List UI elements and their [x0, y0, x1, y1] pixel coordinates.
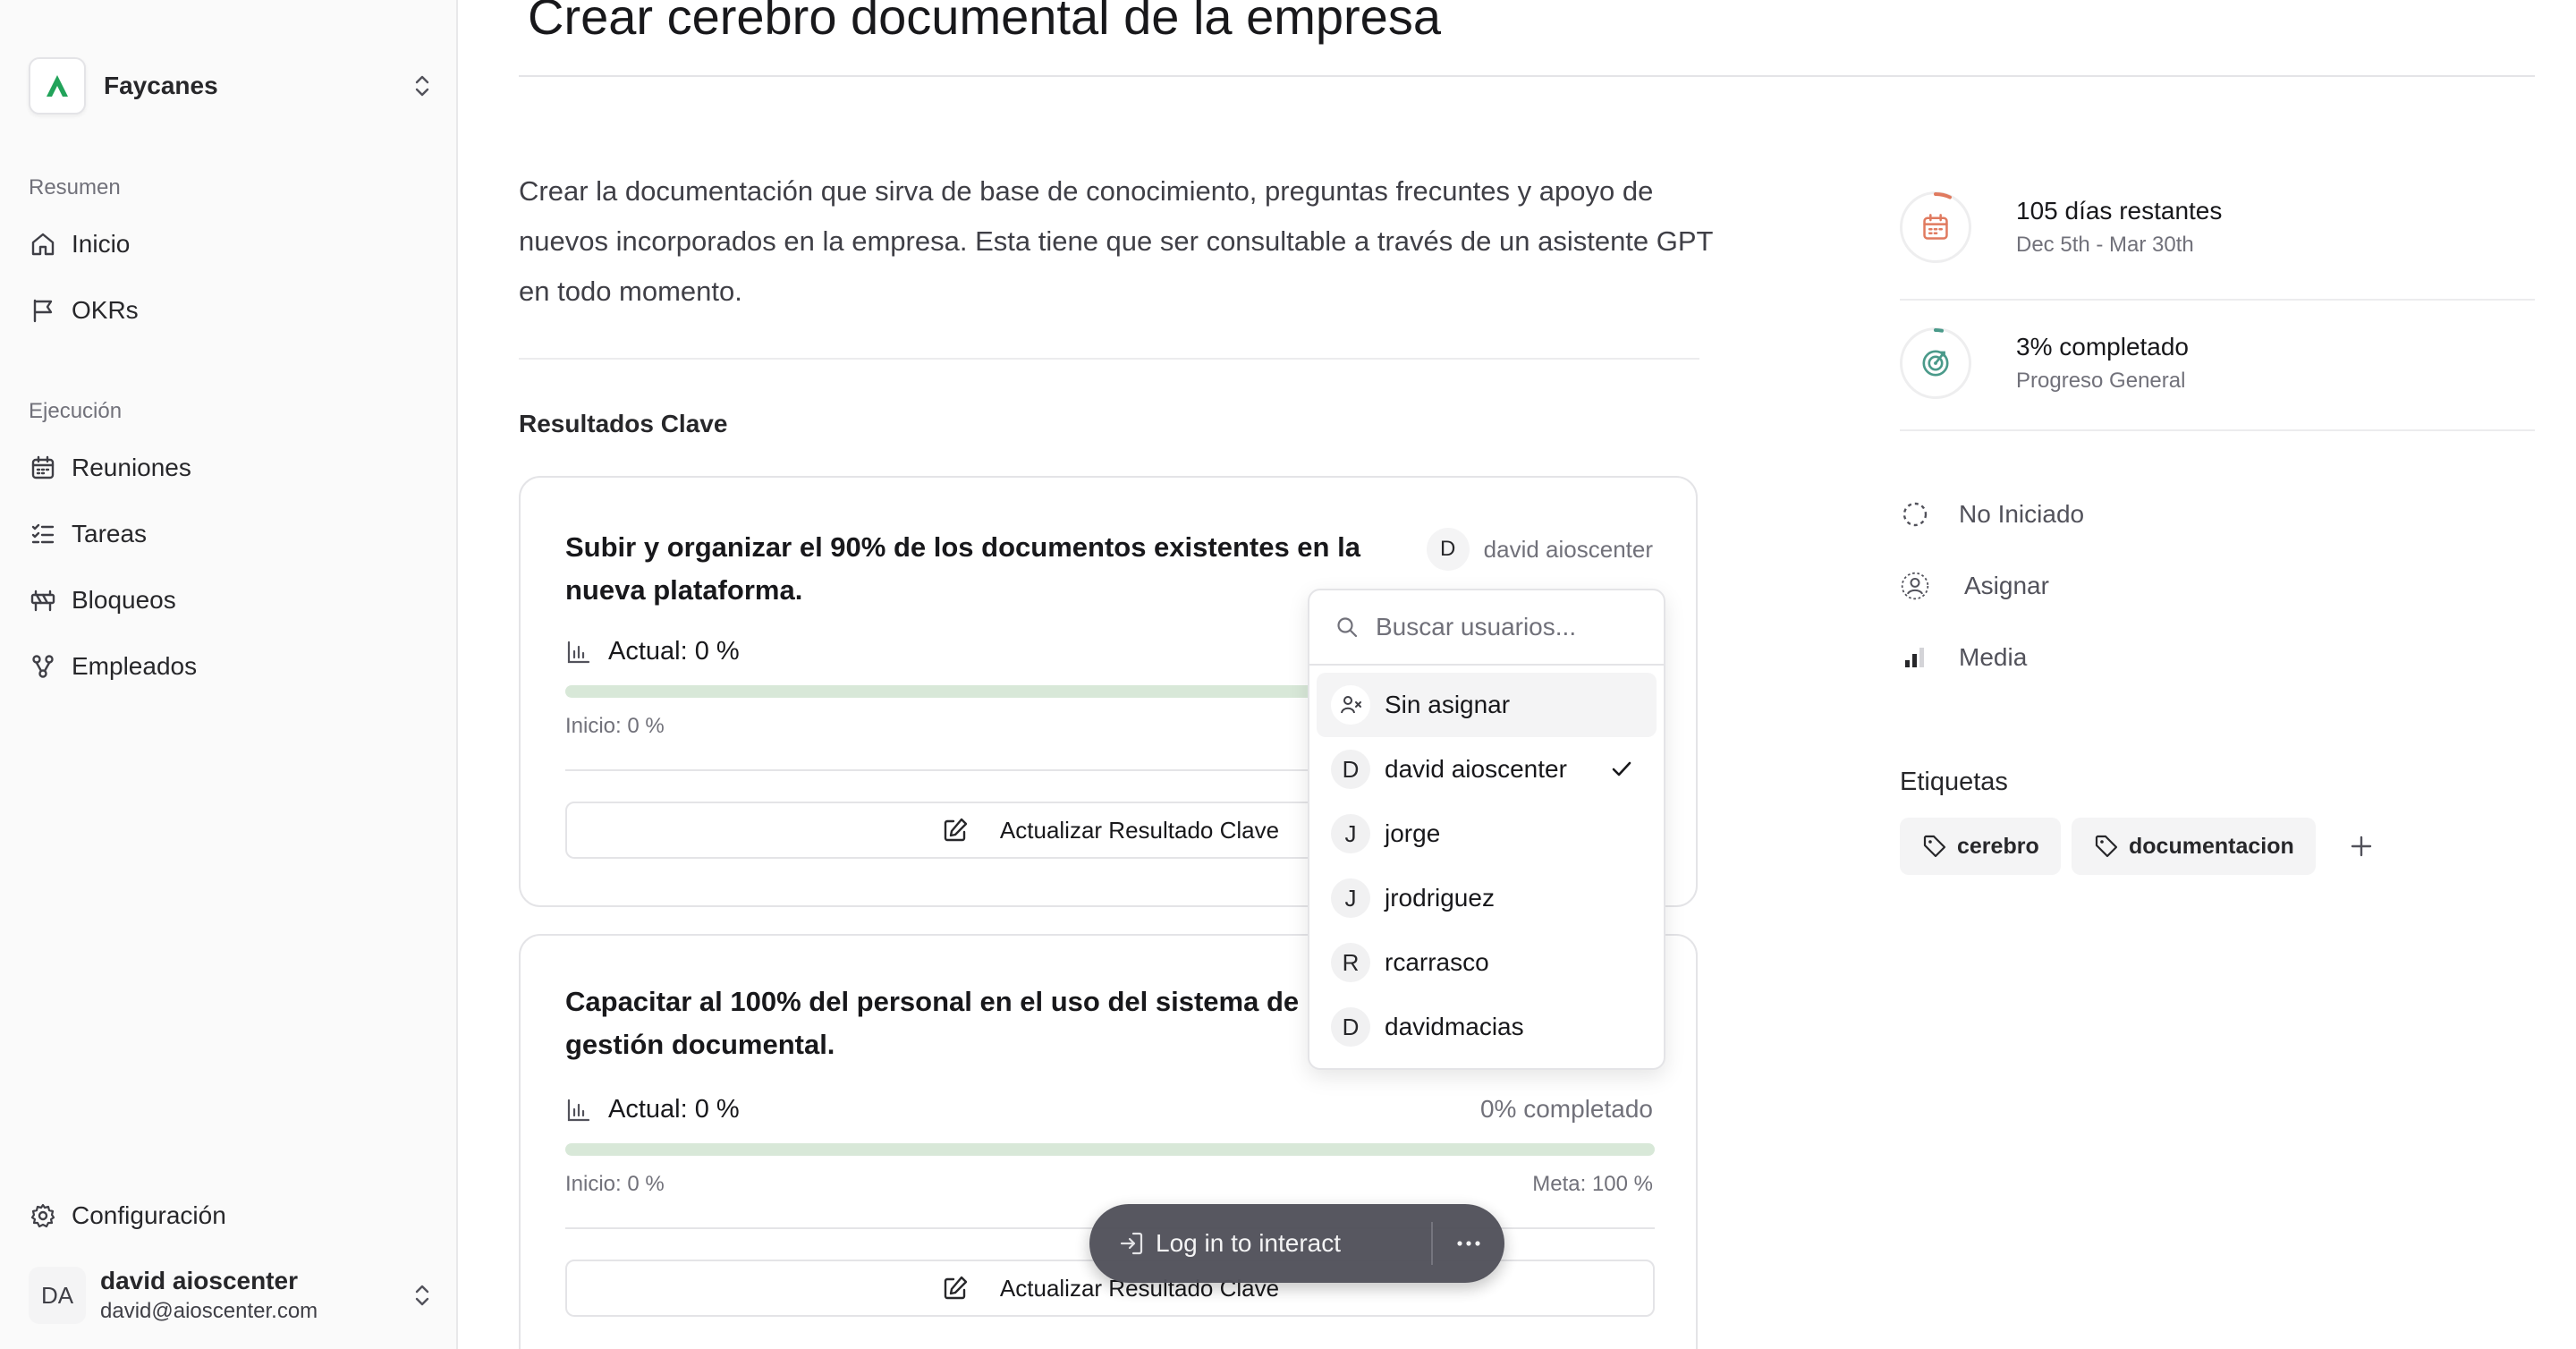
signal-bars-icon	[1900, 642, 1930, 673]
sidebar-item-label: Bloqueos	[72, 586, 176, 614]
list-check-icon	[29, 520, 57, 548]
labels-heading: Etiquetas	[1900, 768, 2008, 796]
option-unassigned[interactable]: Sin asignar	[1317, 673, 1657, 737]
section-label-resumen: Resumen	[29, 175, 121, 199]
key-result-goal: Meta: 100 %	[1532, 1172, 1653, 1196]
chevron-up-down-icon[interactable]	[408, 72, 436, 100]
user-menu[interactable]: DA david aioscenter david@aioscenter.com	[29, 1260, 436, 1331]
assign-selector[interactable]: Asignar	[1900, 571, 2049, 601]
option-user[interactable]: J jorge	[1317, 802, 1657, 866]
target-ring-icon	[1900, 327, 1971, 399]
login-icon	[1116, 1228, 1147, 1259]
overall-progress: 3% completado Progreso General	[1900, 327, 2189, 399]
tag-documentacion[interactable]: documentacion	[2072, 818, 2316, 875]
search-input[interactable]	[1376, 613, 1644, 641]
divider	[1900, 299, 2535, 301]
avatar: D	[1331, 750, 1370, 789]
sidebar-item-tareas[interactable]: Tareas	[21, 506, 436, 562]
key-result-title: Capacitar al 100% del personal en el uso…	[565, 986, 1300, 1060]
user-circle-icon	[1900, 571, 1930, 601]
avatar: J	[1331, 878, 1370, 918]
sidebar-item-label: Tareas	[72, 520, 148, 547]
dropdown-search	[1309, 590, 1664, 666]
key-result-title: Subir y organizar el 90% de los document…	[565, 531, 1360, 606]
divider	[519, 75, 2535, 77]
avatar: D	[1331, 1007, 1370, 1047]
sidebar-item-okrs[interactable]: OKRs	[21, 283, 436, 338]
divider	[1900, 429, 2535, 431]
avatar: D	[1426, 528, 1470, 571]
bar-chart-icon	[565, 1097, 592, 1124]
user-name: david aioscenter	[100, 1267, 298, 1294]
dashed-circle-icon	[1900, 499, 1930, 530]
assignee-name: david aioscenter	[1483, 535, 1653, 563]
sidebar-item-empleados[interactable]: Empleados	[21, 639, 436, 694]
option-user[interactable]: D davidmacias	[1317, 995, 1657, 1059]
divider	[519, 358, 1699, 360]
add-tag-button[interactable]	[2343, 828, 2379, 864]
ellipsis-icon	[1457, 1241, 1480, 1246]
tag-icon	[1919, 831, 1950, 861]
tag-cerebro[interactable]: cerebro	[1900, 818, 2061, 875]
key-result-start: Inicio: 0 %	[565, 714, 665, 738]
sidebar-item-label: Reuniones	[72, 454, 191, 481]
avatar: DA	[29, 1267, 86, 1324]
key-result-actual: Actual: 0 %	[565, 637, 740, 666]
sidebar-item-inicio[interactable]: Inicio	[21, 216, 436, 272]
sidebar-item-label: OKRs	[72, 296, 139, 324]
key-result-assignee[interactable]: D david aioscenter	[1426, 528, 1653, 571]
dropdown-options: Sin asignar D david aioscenter J jorge J…	[1309, 666, 1664, 1066]
option-user[interactable]: R rcarrasco	[1317, 930, 1657, 995]
gear-icon	[29, 1201, 57, 1230]
assign-label: Asignar	[1964, 572, 2049, 599]
status-label: No Iniciado	[1959, 500, 2085, 528]
edit-icon	[941, 816, 970, 844]
user-x-icon	[1331, 685, 1370, 725]
sidebar-item-configuracion[interactable]: Configuración	[21, 1188, 436, 1243]
priority-selector[interactable]: Media	[1900, 642, 2027, 673]
more-options-button[interactable]	[1433, 1204, 1504, 1283]
login-button[interactable]: Log in to interact	[1156, 1229, 1431, 1258]
key-result-completed: 0% completado	[1479, 1095, 1653, 1123]
org-name: Faycanes	[104, 72, 218, 99]
avatar: J	[1331, 814, 1370, 853]
sidebar-item-label: Empleados	[72, 652, 198, 680]
key-results-heading: Resultados Clave	[519, 410, 728, 437]
days-remaining: 105 días restantes Dec 5th - Mar 30th	[1900, 191, 2222, 263]
sidebar-item-label: Inicio	[72, 230, 131, 258]
sidebar-item-reuniones[interactable]: Reuniones	[21, 440, 436, 496]
sidebar: Faycanes Resumen Inicio OKRs Ejecución R…	[0, 0, 458, 1349]
plus-icon	[2351, 836, 2372, 857]
org-chart-icon	[29, 652, 57, 681]
option-user[interactable]: D david aioscenter	[1317, 737, 1657, 802]
home-icon	[29, 230, 57, 259]
page-title: Crear cerebro documental de la empresa	[528, 0, 1441, 45]
bar-chart-icon	[565, 639, 592, 666]
roadblock-icon	[29, 586, 57, 615]
org-logo	[29, 57, 86, 115]
option-user[interactable]: J jrodriguez	[1317, 866, 1657, 930]
chevron-up-down-icon[interactable]	[408, 1281, 436, 1310]
login-overlay: Log in to interact	[1089, 1204, 1504, 1283]
status-selector[interactable]: No Iniciado	[1900, 499, 2084, 530]
check-icon	[1608, 756, 1635, 783]
edit-icon	[941, 1274, 970, 1302]
user-email: david@aioscenter.com	[100, 1299, 318, 1323]
assignee-dropdown: Sin asignar D david aioscenter J jorge J…	[1308, 589, 1665, 1070]
calendar-icon	[29, 454, 57, 482]
key-result-start: Inicio: 0 %	[565, 1172, 665, 1196]
priority-label: Media	[1959, 643, 2028, 671]
org-switcher[interactable]: Faycanes	[29, 52, 436, 120]
section-label-ejecucion: Ejecución	[29, 399, 123, 423]
flag-icon	[29, 296, 57, 325]
calendar-ring-icon	[1900, 191, 1971, 263]
sidebar-item-bloqueos[interactable]: Bloqueos	[21, 573, 436, 628]
avatar: R	[1331, 943, 1370, 982]
search-icon	[1335, 615, 1360, 640]
objective-description: Crear la documentación que sirva de base…	[519, 175, 1713, 307]
tag-icon	[2091, 831, 2122, 861]
progress-bar	[565, 1143, 1655, 1156]
sidebar-item-label: Configuración	[72, 1201, 226, 1229]
key-result-actual: Actual: 0 %	[565, 1095, 740, 1124]
